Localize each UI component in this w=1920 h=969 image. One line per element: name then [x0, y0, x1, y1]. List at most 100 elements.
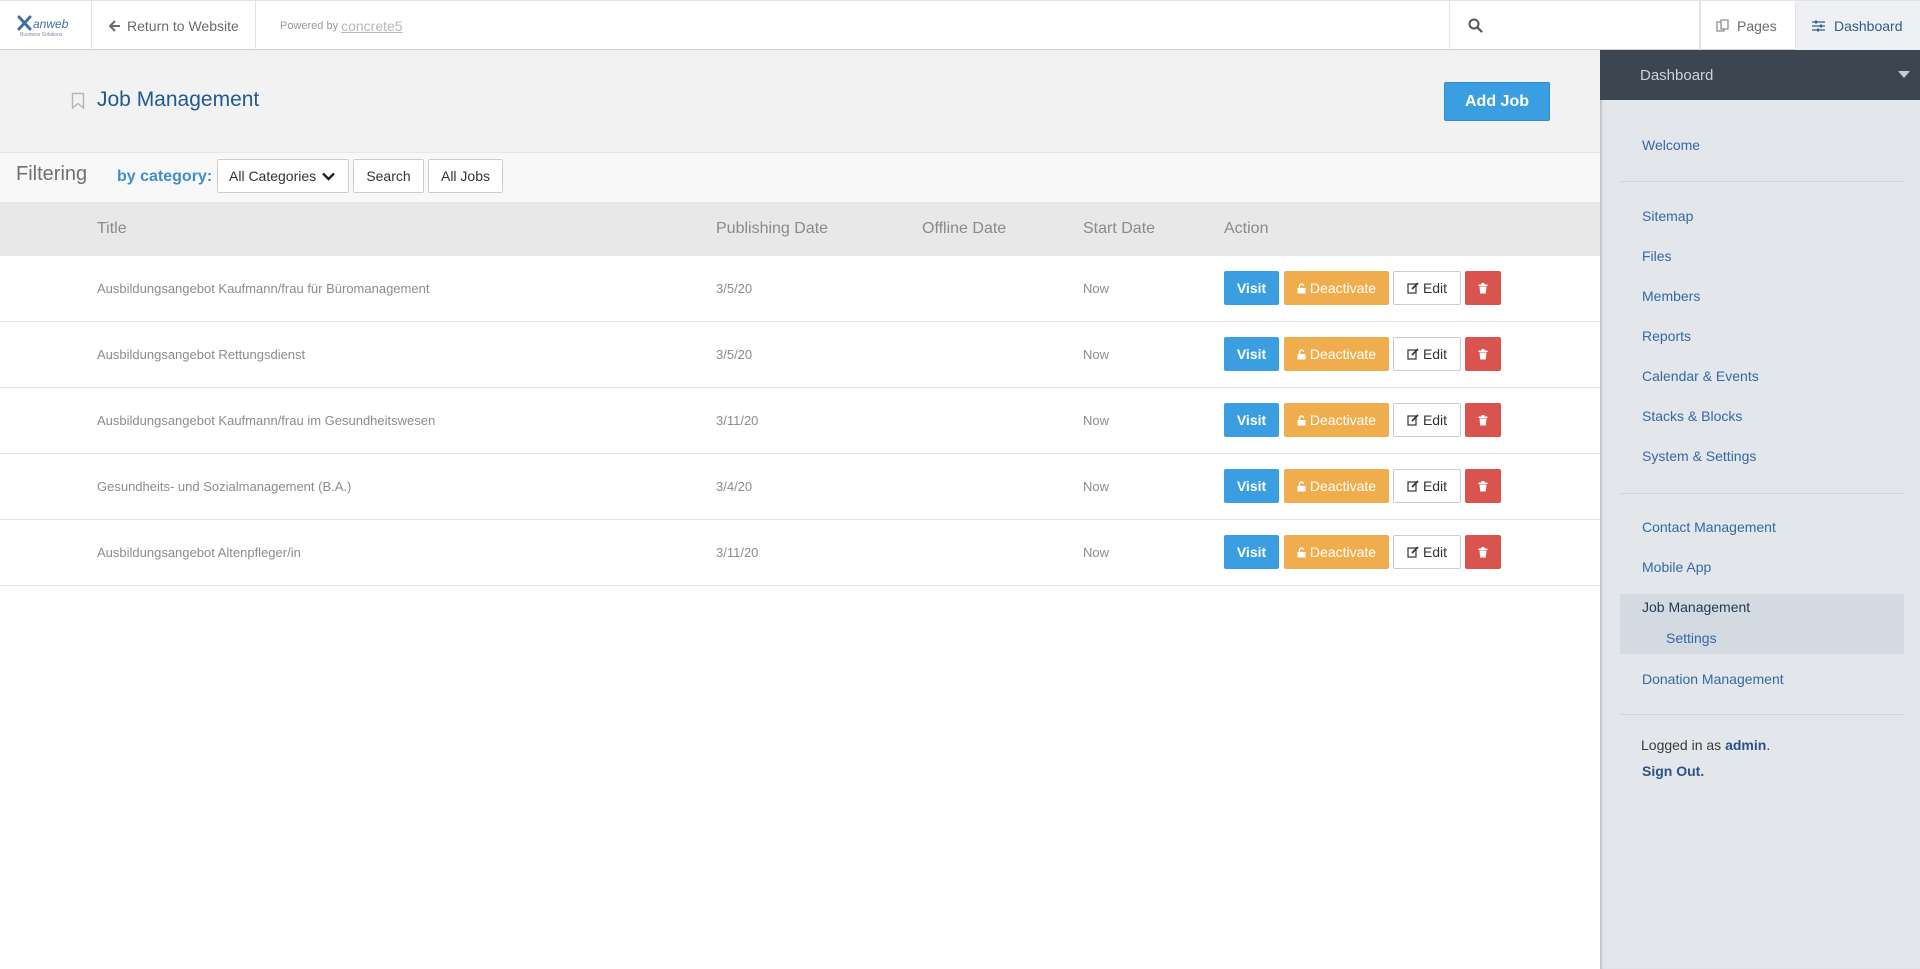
nav-welcome[interactable]: Welcome — [1642, 137, 1700, 153]
arrow-left-icon — [109, 19, 120, 32]
job-title: Ausbildungsangebot Rettungsdienst — [97, 347, 306, 362]
visit-button[interactable]: Visit — [1224, 469, 1279, 503]
svg-text:anweb: anweb — [33, 17, 69, 31]
powered-by-label: Powered by — [280, 19, 339, 32]
job-title: Ausbildungsangebot Kaufmann/frau für Bür… — [97, 281, 430, 296]
category-select-value: All Categories — [229, 168, 317, 184]
visit-button[interactable]: Visit — [1224, 337, 1279, 371]
edit-button[interactable]: Edit — [1393, 535, 1461, 569]
start-date: Now — [1083, 347, 1110, 362]
delete-button[interactable] — [1465, 469, 1501, 503]
nav-mobile-app[interactable]: Mobile App — [1642, 559, 1711, 575]
deactivate-button[interactable]: Deactivate — [1284, 337, 1389, 371]
deactivate-label: Deactivate — [1309, 346, 1377, 362]
filter-bar: Filtering by category: All Categories Se… — [0, 152, 1600, 203]
top-toolbar: anweb Business Solutions Return to Websi… — [0, 0, 1920, 50]
toolbar-search[interactable] — [1449, 1, 1700, 50]
return-to-website-link[interactable]: Return to Website — [92, 1, 256, 50]
edit-button[interactable]: Edit — [1393, 469, 1461, 503]
trash-icon — [1478, 480, 1488, 491]
nav-job-settings[interactable]: Settings — [1666, 630, 1717, 646]
edit-icon — [1407, 348, 1419, 360]
edit-label: Edit — [1422, 478, 1448, 494]
nav-divider — [1620, 181, 1904, 182]
nav-calendar-events[interactable]: Calendar & Events — [1642, 368, 1759, 384]
nav-stacks-blocks[interactable]: Stacks & Blocks — [1642, 408, 1742, 424]
edit-label: Edit — [1422, 346, 1448, 362]
site-logo[interactable]: anweb Business Solutions — [0, 1, 92, 50]
dashboard-button[interactable]: Dashboard — [1796, 1, 1920, 50]
edit-label: Edit — [1422, 412, 1448, 428]
dashboard-label: Dashboard — [1834, 17, 1903, 34]
unlock-icon — [1297, 282, 1306, 293]
edit-icon — [1407, 414, 1419, 426]
start-date: Now — [1083, 545, 1110, 560]
deactivate-label: Deactivate — [1309, 412, 1377, 428]
edit-label: Edit — [1422, 544, 1448, 560]
edit-button[interactable]: Edit — [1393, 337, 1461, 371]
search-icon — [1468, 18, 1483, 33]
pages-icon — [1716, 18, 1729, 32]
deactivate-button[interactable]: Deactivate — [1284, 271, 1389, 305]
edit-button[interactable]: Edit — [1393, 271, 1461, 305]
unlock-icon — [1297, 546, 1306, 557]
publishing-date: 3/4/20 — [716, 479, 753, 494]
nav-divider — [1620, 493, 1904, 494]
nav-sitemap[interactable]: Sitemap — [1642, 208, 1693, 224]
table-row: Ausbildungsangebot Kaufmann/frau im Gesu… — [0, 388, 1600, 454]
visit-button[interactable]: Visit — [1224, 403, 1279, 437]
page-header: Job Management Add Job — [0, 50, 1600, 152]
search-button[interactable]: Search — [353, 159, 424, 193]
main-content: Job Management Add Job Filtering by cate… — [0, 50, 1600, 969]
delete-button[interactable] — [1465, 337, 1501, 371]
edit-button[interactable]: Edit — [1393, 403, 1461, 437]
table-row: Ausbildungsangebot Altenpfleger/in 3/11/… — [0, 520, 1600, 586]
column-start-date[interactable]: Start Date — [1083, 220, 1155, 238]
column-title[interactable]: Title — [97, 220, 127, 238]
nav-donation-management[interactable]: Donation Management — [1642, 671, 1784, 687]
delete-button[interactable] — [1465, 403, 1501, 437]
svg-text:Business Solutions: Business Solutions — [20, 32, 63, 38]
delete-button[interactable] — [1465, 535, 1501, 569]
logged-in-prefix: Logged in as — [1641, 737, 1722, 753]
powered-by: Powered by concrete5 — [256, 1, 403, 50]
visit-button[interactable]: Visit — [1224, 271, 1279, 305]
deactivate-button[interactable]: Deactivate — [1284, 403, 1389, 437]
nav-reports[interactable]: Reports — [1642, 328, 1691, 344]
start-date: Now — [1083, 281, 1110, 296]
trash-icon — [1478, 348, 1488, 359]
visit-button[interactable]: Visit — [1224, 535, 1279, 569]
category-select[interactable]: All Categories — [217, 159, 349, 193]
username-link[interactable]: admin — [1725, 737, 1766, 753]
chevron-down-icon — [322, 172, 336, 181]
pages-button[interactable]: Pages — [1700, 1, 1796, 50]
edit-icon — [1407, 282, 1419, 294]
panel-header[interactable]: Dashboard — [1600, 50, 1920, 100]
all-jobs-button[interactable]: All Jobs — [428, 159, 503, 193]
category-label: by category: — [117, 168, 213, 185]
caret-down-icon[interactable] — [1898, 71, 1910, 78]
deactivate-button[interactable]: Deactivate — [1284, 469, 1389, 503]
nav-files[interactable]: Files — [1642, 248, 1672, 264]
delete-button[interactable] — [1465, 271, 1501, 305]
edit-icon — [1407, 480, 1419, 492]
nav-job-management[interactable]: Job Management — [1642, 599, 1750, 615]
nav-members[interactable]: Members — [1642, 288, 1700, 304]
table-row: Ausbildungsangebot Rettungsdienst 3/5/20… — [0, 322, 1600, 388]
sign-out-link[interactable]: Sign Out. — [1642, 763, 1704, 779]
concrete5-link[interactable]: concrete5 — [341, 18, 402, 34]
logged-in-suffix: . — [1766, 737, 1771, 753]
unlock-icon — [1297, 414, 1306, 425]
nav-system-settings[interactable]: System & Settings — [1642, 448, 1756, 464]
deactivate-button[interactable]: Deactivate — [1284, 535, 1389, 569]
unlock-icon — [1297, 348, 1306, 359]
publishing-date: 3/11/20 — [716, 413, 759, 428]
bookmark-icon[interactable] — [71, 92, 85, 115]
column-offline-date[interactable]: Offline Date — [922, 220, 1006, 238]
add-job-button[interactable]: Add Job — [1444, 82, 1550, 121]
nav-contact-management[interactable]: Contact Management — [1642, 519, 1776, 535]
trash-icon — [1478, 282, 1488, 293]
column-publishing-date[interactable]: Publishing Date — [716, 220, 828, 238]
start-date: Now — [1083, 479, 1110, 494]
edit-icon — [1407, 546, 1419, 558]
